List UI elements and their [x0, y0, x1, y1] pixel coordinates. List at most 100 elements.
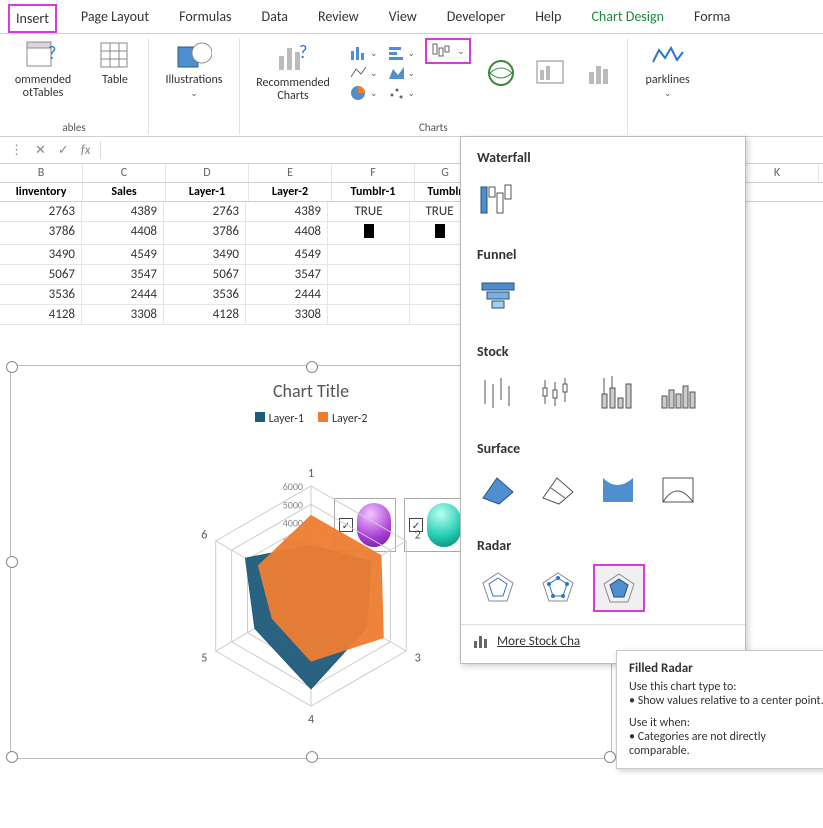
- pie-chart-button[interactable]: ⌄: [350, 85, 378, 101]
- selection-handle[interactable]: [6, 751, 18, 763]
- header-inventory: Iinventory: [0, 183, 83, 201]
- col-header[interactable]: C: [83, 164, 166, 182]
- selection-handle[interactable]: [6, 556, 18, 568]
- cell[interactable]: TRUE: [328, 202, 410, 222]
- waterfall-type-button[interactable]: [473, 176, 523, 222]
- cell[interactable]: [328, 305, 410, 325]
- chevron-down-icon: ⌄: [664, 88, 672, 99]
- cell[interactable]: 4389: [82, 202, 164, 222]
- stock-ohlc-button[interactable]: [533, 370, 583, 416]
- selection-handle[interactable]: [6, 361, 18, 373]
- gallery-section-radar: Radar: [461, 525, 745, 560]
- selection-handle[interactable]: [306, 361, 318, 373]
- cell[interactable]: [328, 222, 410, 245]
- selection-handle[interactable]: [604, 751, 616, 763]
- recommended-charts-button[interactable]: ? RecommendedCharts: [246, 41, 340, 105]
- surface-contour-button[interactable]: [593, 467, 643, 513]
- radar-button[interactable]: [473, 564, 523, 610]
- tab-insert[interactable]: Insert: [8, 4, 57, 33]
- cell[interactable]: [328, 285, 410, 305]
- tab-view[interactable]: View: [383, 4, 423, 33]
- cell[interactable]: [328, 265, 410, 285]
- funnel-type-button[interactable]: [473, 273, 523, 319]
- dropdown-icon[interactable]: ⋮: [4, 143, 29, 158]
- cell[interactable]: 3536: [0, 285, 82, 305]
- tab-formulas[interactable]: Formulas: [173, 4, 237, 33]
- cell[interactable]: 4549: [82, 245, 164, 265]
- col-header[interactable]: E: [249, 164, 332, 182]
- tab-page-layout[interactable]: Page Layout: [75, 4, 155, 33]
- stock-vhlc-button[interactable]: [593, 370, 643, 416]
- waterfall-chart-button[interactable]: ⌄: [425, 38, 471, 64]
- surface-wireframe-contour-button[interactable]: [653, 467, 703, 513]
- table-button[interactable]: Table: [88, 38, 142, 89]
- radar-markers-button[interactable]: [533, 564, 583, 610]
- cell[interactable]: 3308: [82, 305, 164, 325]
- header-layer2: Layer-2: [249, 183, 332, 201]
- group-illustrations: Illustrations⌄: [149, 38, 240, 134]
- cell[interactable]: 3536: [164, 285, 246, 305]
- cell[interactable]: 3786: [0, 222, 82, 245]
- illustrations-button[interactable]: Illustrations⌄: [155, 38, 233, 102]
- selection-handle[interactable]: [306, 751, 318, 763]
- recommended-charts-icon: ?: [275, 43, 311, 75]
- area-chart-button[interactable]: ⌄: [388, 65, 416, 81]
- cancel-icon[interactable]: ✕: [29, 143, 52, 158]
- col-header[interactable]: B: [0, 164, 83, 182]
- illustrations-label: Illustrations: [166, 73, 223, 87]
- cell[interactable]: 4128: [164, 305, 246, 325]
- tab-format[interactable]: Forma: [688, 4, 736, 33]
- col-header[interactable]: D: [166, 164, 249, 182]
- cell[interactable]: 3786: [164, 222, 246, 245]
- cell[interactable]: [328, 245, 410, 265]
- cell[interactable]: 2444: [82, 285, 164, 305]
- recommended-pivottables-button[interactable]: ? ommendedotTables: [6, 38, 80, 102]
- cell[interactable]: 3308: [246, 305, 328, 325]
- tab-review[interactable]: Review: [312, 4, 365, 33]
- cell[interactable]: 2763: [164, 202, 246, 222]
- svg-text:5000: 5000: [283, 498, 303, 511]
- surface-wireframe-button[interactable]: [533, 467, 583, 513]
- 3dmap-button[interactable]: [581, 55, 621, 91]
- scatter-chart-button[interactable]: ⌄: [388, 85, 416, 101]
- cell[interactable]: 3490: [0, 245, 82, 265]
- tab-developer[interactable]: Developer: [441, 4, 511, 33]
- stock-vohlc-button[interactable]: [653, 370, 703, 416]
- tab-help[interactable]: Help: [529, 4, 567, 33]
- legend-swatch-1: [255, 412, 265, 422]
- cell[interactable]: 2444: [246, 285, 328, 305]
- gallery-section-funnel: Funnel: [461, 234, 745, 269]
- stock-hlc-button[interactable]: [473, 370, 523, 416]
- sparklines-button[interactable]: parklines⌄: [634, 38, 702, 102]
- svg-text:?: ?: [48, 42, 56, 64]
- group-sparklines: parklines⌄: [628, 38, 708, 134]
- cell[interactable]: 3490: [164, 245, 246, 265]
- fx-icon[interactable]: fx: [75, 143, 97, 158]
- cell[interactable]: 4408: [82, 222, 164, 245]
- cell[interactable]: 3547: [246, 265, 328, 285]
- col-header[interactable]: K: [736, 164, 819, 182]
- map-chart-button[interactable]: [481, 55, 521, 91]
- cell[interactable]: 5067: [164, 265, 246, 285]
- pivottable-icon: ?: [25, 40, 61, 72]
- cell[interactable]: 4128: [0, 305, 82, 325]
- confirm-icon[interactable]: ✓: [52, 143, 75, 158]
- radar-filled-button[interactable]: [593, 564, 645, 612]
- cell[interactable]: 2763: [0, 202, 82, 222]
- pivotchart-button[interactable]: [531, 55, 571, 91]
- surface-3d-button[interactable]: [473, 467, 523, 513]
- tab-data[interactable]: Data: [256, 4, 294, 33]
- cell[interactable]: 4549: [246, 245, 328, 265]
- cell[interactable]: 4389: [246, 202, 328, 222]
- svg-text:6: 6: [201, 528, 207, 542]
- cell[interactable]: 3547: [82, 265, 164, 285]
- col-header[interactable]: F: [332, 164, 415, 182]
- tooltip-line: Use it when:: [629, 716, 823, 730]
- column-chart-button[interactable]: ⌄: [350, 45, 378, 61]
- tab-chart-design[interactable]: Chart Design: [585, 4, 669, 33]
- line-chart-button[interactable]: ⌄: [350, 65, 378, 81]
- group-charts-label: Charts: [419, 121, 448, 134]
- cell[interactable]: 5067: [0, 265, 82, 285]
- bar-chart-button[interactable]: ⌄: [388, 45, 416, 61]
- cell[interactable]: 4408: [246, 222, 328, 245]
